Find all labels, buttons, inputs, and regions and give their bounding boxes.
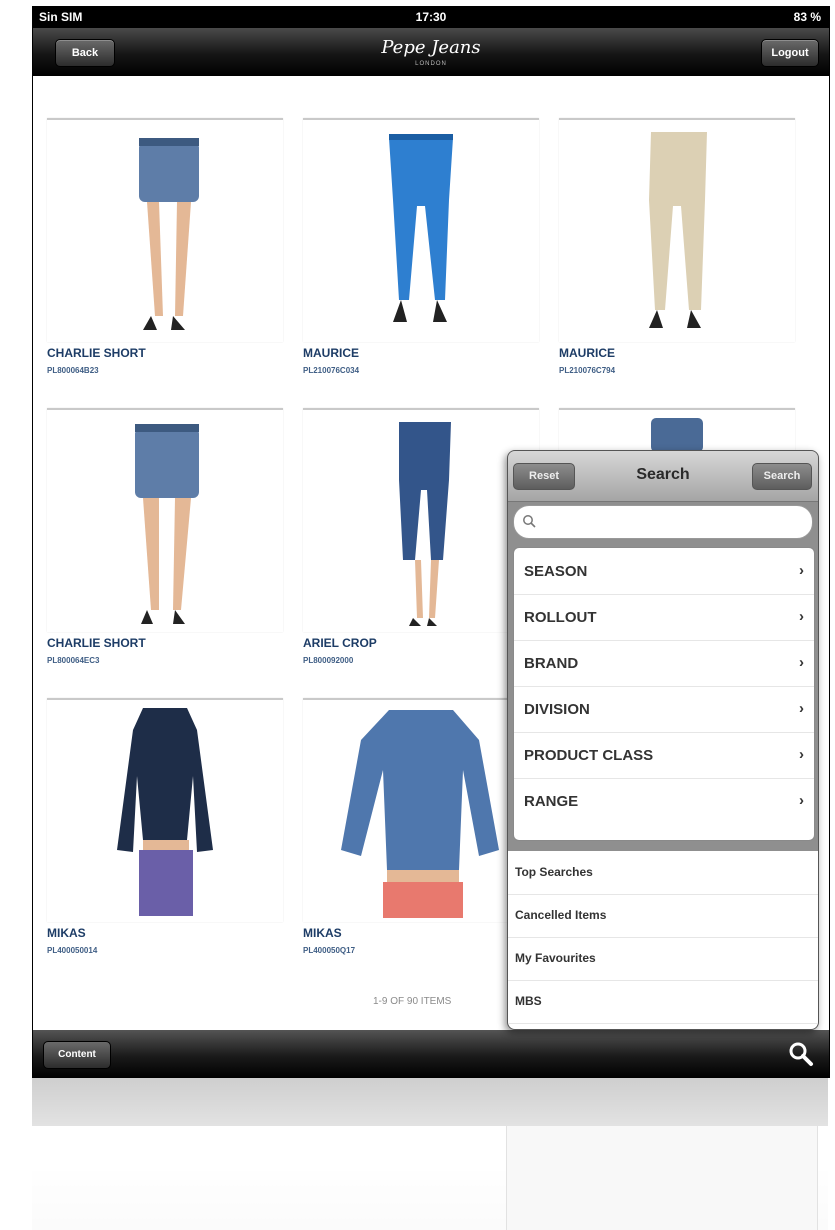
- chevron-right-icon: ›: [799, 700, 804, 717]
- product-name: MIKAS: [303, 926, 342, 940]
- product-code: PL210076C034: [303, 366, 360, 375]
- link-label: My Favourites: [515, 951, 596, 965]
- filter-item-rollout[interactable]: ROLLOUT ›: [514, 594, 814, 641]
- link-label: MBS: [515, 994, 542, 1008]
- product-code: PL800092000: [303, 656, 354, 665]
- search-field[interactable]: [513, 505, 813, 539]
- logout-button[interactable]: Logout: [761, 39, 819, 67]
- product-image[interactable]: [47, 698, 283, 922]
- ipad-screen: Sin SIM 17:30 83 % Back Pepe Jeans LONDO…: [32, 6, 830, 1078]
- quick-links-list: Top Searches Cancelled Items My Favourit…: [508, 851, 818, 1029]
- filter-item-season[interactable]: SEASON ›: [514, 548, 814, 595]
- filter-label: ROLLOUT: [524, 609, 597, 626]
- product-card[interactable]: CHARLIE SHORT PL800064EC3: [47, 408, 283, 678]
- chevron-right-icon: ›: [799, 608, 804, 625]
- bottom-toolbar: Content: [33, 1030, 829, 1078]
- filter-label: DIVISION: [524, 701, 590, 718]
- product-image[interactable]: [47, 408, 283, 632]
- search-icon[interactable]: [785, 1038, 817, 1070]
- product-code: PL210076C794: [559, 366, 616, 375]
- product-name: ARIEL CROP: [303, 636, 377, 650]
- link-cancelled-items[interactable]: Cancelled Items: [508, 894, 818, 938]
- link-label: Cancelled Items: [515, 908, 607, 922]
- status-bar: Sin SIM 17:30 83 %: [33, 6, 829, 28]
- product-name: CHARLIE SHORT: [47, 346, 146, 360]
- product-name: MAURICE: [303, 346, 359, 360]
- product-card[interactable]: MIKAS PL400050Q17: [303, 698, 539, 968]
- product-card[interactable]: CHARLIE SHORT PL800064B23: [47, 118, 283, 388]
- product-code: PL400050014: [47, 946, 98, 955]
- product-image[interactable]: [303, 408, 539, 632]
- chevron-right-icon: ›: [799, 654, 804, 671]
- link-mbs[interactable]: MBS: [508, 980, 818, 1024]
- search-popover: Reset Search Search SEASON › ROLLOUT › B…: [507, 450, 819, 1030]
- product-code: PL800064EC3: [47, 656, 100, 665]
- filter-item-product-class[interactable]: PRODUCT CLASS ›: [514, 732, 814, 779]
- link-top-searches[interactable]: Top Searches: [508, 851, 818, 895]
- pagination-text: 1-9 OF 90 ITEMS: [373, 996, 452, 1007]
- battery-text: 83 %: [793, 10, 821, 24]
- search-submit-button[interactable]: Search: [752, 463, 812, 490]
- magnifier-icon: [523, 515, 536, 528]
- filter-item-brand[interactable]: BRAND ›: [514, 640, 814, 687]
- product-card[interactable]: MIKAS PL400050014: [47, 698, 283, 968]
- search-popover-header: Reset Search Search: [508, 451, 818, 502]
- product-card[interactable]: ARIEL CROP PL800092000: [303, 408, 539, 678]
- product-name: MIKAS: [47, 926, 86, 940]
- product-image[interactable]: [559, 118, 795, 342]
- search-input[interactable]: [538, 512, 802, 532]
- filter-label: SEASON: [524, 563, 588, 580]
- link-my-favourites[interactable]: My Favourites: [508, 937, 818, 981]
- chevron-right-icon: ›: [799, 562, 804, 579]
- chevron-right-icon: ›: [799, 746, 804, 763]
- filter-label: BRAND: [524, 655, 579, 672]
- filter-label: PRODUCT CLASS: [524, 747, 654, 764]
- filter-list: SEASON › ROLLOUT › BRAND › DIVISION › PR…: [513, 547, 815, 841]
- filter-item-division[interactable]: DIVISION ›: [514, 686, 814, 733]
- product-card[interactable]: MAURICE PL210076C794: [559, 118, 795, 388]
- product-code: PL400050Q17: [303, 946, 356, 955]
- product-image[interactable]: [47, 118, 283, 342]
- link-label: Top Searches: [515, 865, 593, 879]
- brand-logo: Pepe Jeans: [381, 37, 481, 58]
- product-card[interactable]: MAURICE PL210076C034: [303, 118, 539, 388]
- product-name: CHARLIE SHORT: [47, 636, 146, 650]
- product-code: PL800064B23: [47, 366, 99, 375]
- product-name: MAURICE: [559, 346, 615, 360]
- filter-label: RANGE: [524, 793, 579, 810]
- clock-text: 17:30: [415, 10, 447, 24]
- filter-item-range[interactable]: RANGE ›: [514, 778, 814, 824]
- brand-logo-sub: LONDON: [415, 61, 447, 67]
- navigation-bar: Back Pepe Jeans LONDON Logout: [33, 28, 829, 76]
- product-image[interactable]: [303, 698, 539, 922]
- product-image[interactable]: [303, 118, 539, 342]
- screen-reflection: [32, 1078, 828, 1230]
- chevron-right-icon: ›: [799, 792, 804, 809]
- content-button[interactable]: Content: [43, 1041, 111, 1069]
